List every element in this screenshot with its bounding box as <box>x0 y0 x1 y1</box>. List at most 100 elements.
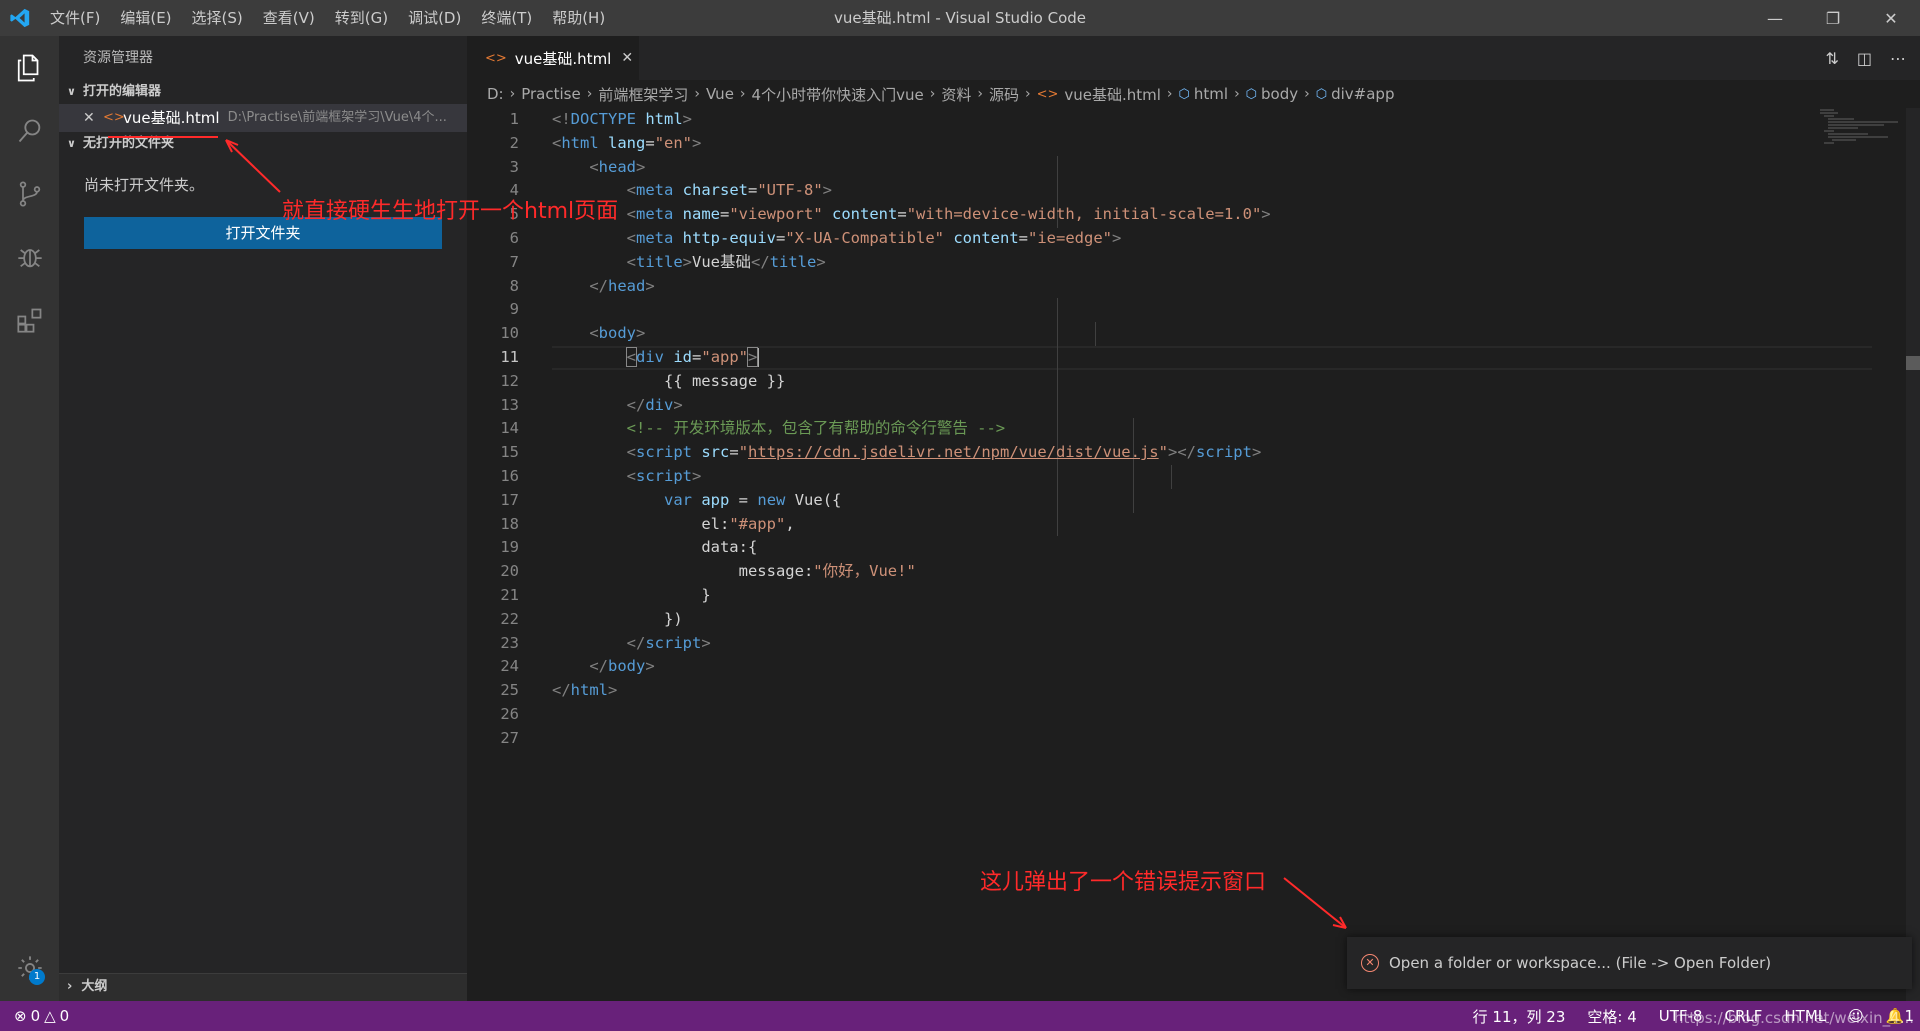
code-line: 12 {{ message }} <box>500 371 786 390</box>
explorer-sidebar: 资源管理器 ∨ 打开的编辑器 ✕ <> vue基础.html D:\Practi… <box>59 36 467 1001</box>
chevron-right-icon: › <box>977 86 983 102</box>
chevron-right-icon: › <box>509 86 516 102</box>
close-icon[interactable]: ✕ <box>83 104 103 132</box>
open-editors-header[interactable]: ∨ 打开的编辑器 <box>59 80 467 104</box>
breadcrumb-item[interactable]: 前端框架学习 <box>598 84 688 105</box>
annotation-top: 就直接硬生生地打开一个html页面 <box>282 199 619 224</box>
split-editor-icon[interactable]: ◫ <box>1857 49 1872 68</box>
code-line: 5 <meta name="viewport" content="with=de… <box>509 205 1271 224</box>
menu-bar: 文件(F) 编辑(E) 选择(S) 查看(V) 转到(G) 调试(D) 终端(T… <box>40 0 615 36</box>
status-bar: ⊗ 0 △ 0 行 11，列 23 空格: 4 UTF-8 CRLF HTML … <box>0 1001 1920 1031</box>
error-icon: ✕ <box>1361 954 1379 972</box>
scrollbar-thumb[interactable] <box>1906 356 1920 370</box>
close-tab-icon[interactable]: ✕ <box>621 50 633 66</box>
menu-terminal[interactable]: 终端(T) <box>471 0 542 36</box>
code-line: 7 <title>Vue基础</title> <box>509 252 826 271</box>
minimap[interactable] <box>1820 108 1900 168</box>
chevron-down-icon: ∨ <box>67 137 76 150</box>
code-line: 20 message:"你好，Vue!" <box>500 562 916 581</box>
vertical-scrollbar[interactable] <box>1906 108 1920 1001</box>
source-control-icon[interactable] <box>0 162 59 225</box>
open-editor-path: D:\Practise\前端框架学习\Vue\4个... <box>227 110 447 125</box>
indentation[interactable]: 空格: 4 <box>1587 1006 1636 1027</box>
annotation-bottom: 这儿弹出了一个错误提示窗口 <box>980 870 1267 895</box>
code-line: 26 <box>500 705 519 723</box>
more-actions-icon[interactable]: ⋯ <box>1890 49 1906 68</box>
breadcrumb-item[interactable]: html <box>1194 85 1228 103</box>
code-line: 24 </body> <box>500 657 655 676</box>
window-controls: — ❐ ✕ <box>1746 0 1920 36</box>
breadcrumb-item[interactable]: 4个小时带你快速入门vue <box>752 84 924 105</box>
open-editor-item[interactable]: ✕ <> vue基础.html D:\Practise\前端框架学习\Vue\4… <box>59 104 467 132</box>
no-folder-header[interactable]: ∨ 无打开的文件夹 <box>59 132 467 156</box>
chevron-right-icon: › <box>1234 86 1240 102</box>
outline-section[interactable]: › 大纲 <box>59 973 467 1001</box>
breadcrumb-item[interactable]: Practise <box>521 85 580 103</box>
settings-badge: 1 <box>29 969 45 985</box>
manage-gear-icon[interactable]: 1 <box>0 943 59 993</box>
menu-view[interactable]: 查看(V) <box>253 0 325 36</box>
code-line: 23 </script> <box>500 633 711 652</box>
element-cube-icon: ⬡ <box>1245 86 1258 102</box>
code-line: 4 <meta charset="UTF-8"> <box>509 181 833 200</box>
cursor-position[interactable]: 行 11，列 23 <box>1473 1006 1566 1027</box>
chevron-down-icon: ∨ <box>67 85 76 98</box>
problems-indicator[interactable]: ⊗ 0 △ 0 <box>0 1007 69 1025</box>
notification-message: Open a folder or workspace... (File -> O… <box>1389 954 1772 972</box>
code-line: 21 } <box>500 586 711 604</box>
minimize-button[interactable]: — <box>1746 0 1804 36</box>
menu-help[interactable]: 帮助(H) <box>542 0 615 36</box>
code-line: 9 <box>509 300 519 319</box>
code-line: 14 <!-- 开发环境版本，包含了有帮助的命令行警告 --> <box>500 419 1006 438</box>
no-folder-section-label: 无打开的文件夹 <box>83 136 175 151</box>
watermark: https://blog.csdn.net/weixin_4... <box>1673 1009 1914 1027</box>
code-line: 22 }) <box>500 609 683 628</box>
chevron-right-icon: › <box>1166 86 1173 102</box>
breadcrumb-item[interactable]: vue基础.html <box>1064 84 1161 105</box>
explorer-icon[interactable] <box>0 36 59 99</box>
element-cube-icon: ⬡ <box>1178 86 1190 102</box>
chevron-right-icon: › <box>929 86 936 102</box>
code-line-current: 11 <div id="app"> <box>500 347 760 367</box>
breadcrumb-item[interactable]: 资料 <box>941 84 971 105</box>
code-line: 10 <body> <box>500 324 646 343</box>
menu-selection[interactable]: 选择(S) <box>182 0 253 36</box>
warning-count: 0 <box>59 1007 70 1025</box>
code-line: 18 el:"#app", <box>500 514 795 533</box>
restore-button[interactable]: ❐ <box>1804 0 1862 36</box>
breadcrumb-item[interactable]: body <box>1261 85 1298 103</box>
breadcrumb-item[interactable]: Vue <box>706 85 734 103</box>
code-line: 2 <html lang="en"> <box>509 133 702 152</box>
close-window-button[interactable]: ✕ <box>1862 0 1920 36</box>
error-notification[interactable]: ✕ Open a folder or workspace... (File ->… <box>1347 937 1912 989</box>
chevron-right-icon: › <box>586 86 593 102</box>
chevron-right-icon: › <box>739 86 746 102</box>
debug-icon[interactable] <box>0 225 59 288</box>
editor-tabs: <> vue基础.html ✕ ⇅ ◫ ⋯ <box>467 36 1920 80</box>
editor-actions: ⇅ ◫ ⋯ <box>1825 36 1906 80</box>
menu-debug[interactable]: 调试(D) <box>398 0 471 36</box>
code-line: 1 <!DOCTYPE html> <box>509 110 693 128</box>
chevron-right-icon: › <box>67 979 82 994</box>
code-line: 17 var app = new Vue({ <box>500 490 842 509</box>
code-line: 8 </head> <box>509 276 655 295</box>
chevron-right-icon: › <box>1304 86 1310 102</box>
extensions-icon[interactable] <box>0 288 59 351</box>
menu-go[interactable]: 转到(G) <box>325 0 398 36</box>
search-icon[interactable] <box>0 99 59 162</box>
breadcrumb-item[interactable]: div#app <box>1331 85 1394 103</box>
code-line: 3 <head> <box>509 157 646 176</box>
breadcrumb-item[interactable]: D: <box>487 85 504 103</box>
code-line: 25 </html> <box>500 681 618 700</box>
tab-vue-basic[interactable]: <> vue基础.html ✕ <box>467 36 639 80</box>
vscode-logo-icon <box>0 0 40 36</box>
menu-file[interactable]: 文件(F) <box>40 0 110 36</box>
menu-edit[interactable]: 编辑(E) <box>110 0 181 36</box>
activity-bar: 1 <box>0 36 59 1001</box>
open-changes-icon[interactable]: ⇅ <box>1825 49 1838 68</box>
chevron-right-icon: › <box>694 86 700 102</box>
warning-icon: △ <box>44 1007 56 1025</box>
code-line: 13 </div> <box>500 395 683 414</box>
error-count: 0 <box>30 1007 41 1025</box>
breadcrumb-item[interactable]: 源码 <box>989 84 1019 105</box>
